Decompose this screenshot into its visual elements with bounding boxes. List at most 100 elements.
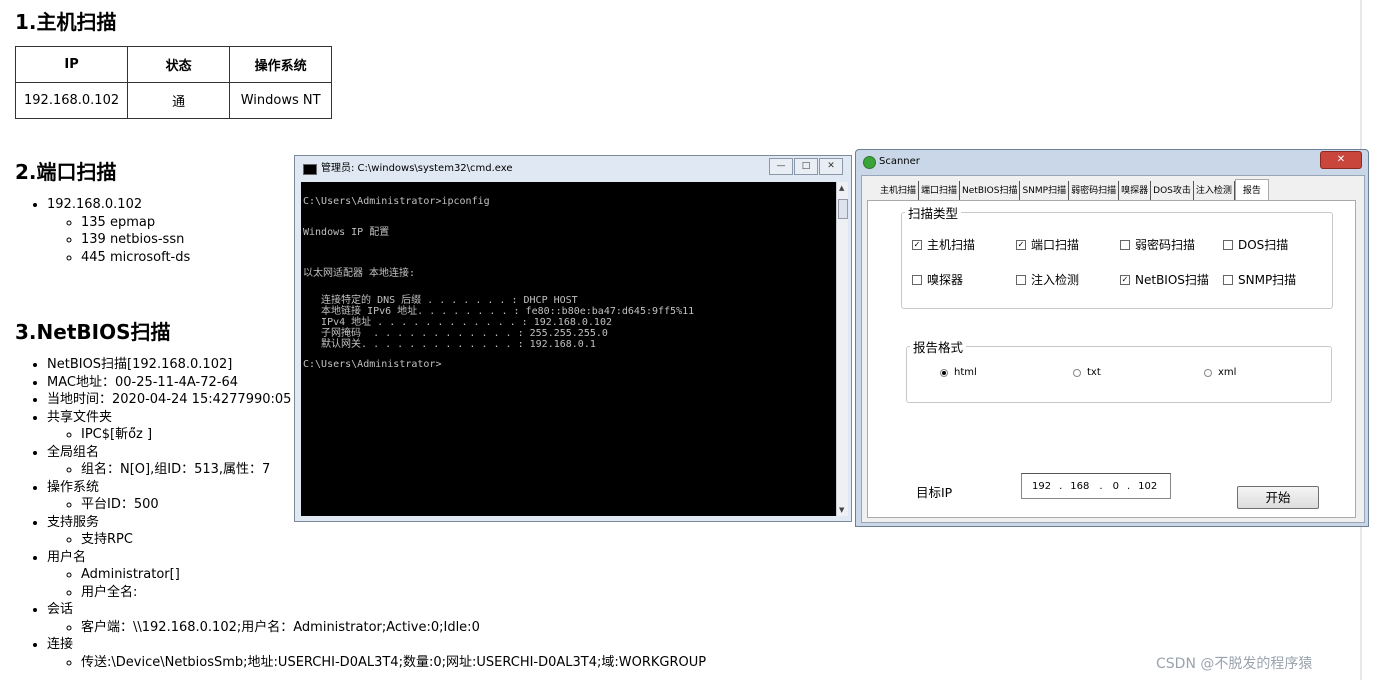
list-item: 客户端：\\192.168.0.102;用户名：Administrator;Ac…	[81, 619, 706, 637]
checkbox-0[interactable]: ✓ 主机扫描	[912, 236, 975, 253]
table-row: 192.168.0.102 通 Windows NT	[14, 82, 333, 119]
list-item: 192.168.0.102 135 epmap 139 netbios-ssn …	[47, 196, 190, 266]
checkbox-label: SNMP扫描	[1238, 273, 1297, 287]
scanner-titlebar[interactable]: Scanner ✕	[856, 150, 1368, 174]
ip-octet-1[interactable]: 192	[1032, 481, 1051, 492]
tab-6[interactable]: DOS攻击	[1151, 181, 1194, 201]
close-button[interactable]: ✕	[1320, 151, 1362, 169]
target-ip-label: 目标IP	[916, 485, 953, 500]
checkbox-label: NetBIOS扫描	[1135, 273, 1209, 287]
ip-octet-4[interactable]: 102	[1138, 481, 1157, 492]
tab-3[interactable]: SNMP扫描	[1020, 181, 1070, 201]
scroll-down-icon[interactable]: ▼	[839, 506, 844, 514]
cmd-window: 管理员: C:\windows\system32\cmd.exe — □ ✕ C…	[294, 155, 852, 522]
radio-label: xml	[1218, 367, 1237, 378]
checkbox-4[interactable]: 嗅探器	[912, 271, 963, 288]
port-scan-list: 192.168.0.102 135 epmap 139 netbios-ssn …	[15, 196, 190, 266]
scan-type-legend: 扫描类型	[908, 206, 959, 221]
netbios-item-label: 连接	[47, 637, 74, 652]
tab-0[interactable]: 主机扫描	[878, 181, 920, 201]
format-radio-2[interactable]: xml	[1204, 367, 1236, 378]
console-output[interactable]: C:\Users\Administrator>ipconfig Windows I…	[301, 182, 836, 516]
target-ip-input[interactable]: 192 . 168 . 0 . 102	[1021, 473, 1171, 499]
tab-4[interactable]: 弱密码扫描	[1069, 181, 1120, 201]
tab-8[interactable]: 报告	[1234, 179, 1269, 201]
checkbox-label: 嗅探器	[927, 273, 964, 287]
console-line: C:\Users\Administrator>ipconfig	[303, 196, 490, 207]
radio-icon[interactable]	[1073, 368, 1081, 377]
section-title-host-scan: 1.主机扫描	[15, 10, 117, 34]
console-line: 默认网关. . . . . . . . . . . . . : 192.168.…	[303, 338, 596, 350]
format-radio-1[interactable]: txt	[1073, 367, 1101, 378]
list-item: 135 epmap	[81, 214, 190, 232]
tab-5[interactable]: 嗅探器	[1119, 181, 1152, 201]
console-line: C:\Users\Administrator>	[303, 359, 442, 370]
tab-7[interactable]: 注入检测	[1194, 181, 1235, 201]
maximize-button[interactable]: □	[794, 158, 818, 175]
checkbox-label: DOS扫描	[1238, 238, 1289, 252]
host-scan-table: IP 状态 操作系统 192.168.0.102 通 Windows NT	[14, 46, 333, 119]
scroll-thumb[interactable]	[838, 199, 848, 219]
radio-icon[interactable]	[940, 368, 948, 377]
checkbox-1[interactable]: ✓ 端口扫描	[1016, 236, 1079, 253]
netbios-item-label: 操作系统	[47, 479, 100, 495]
port-host-ip: 192.168.0.102	[47, 197, 143, 212]
checkbox-5[interactable]: 注入检测	[1016, 271, 1079, 288]
format-radio-0[interactable]: html	[940, 367, 977, 378]
empty-box-icon[interactable]	[1223, 274, 1233, 285]
checkbox-label: 端口扫描	[1031, 238, 1080, 252]
checkbox-7[interactable]: SNMP扫描	[1223, 271, 1296, 288]
ip-octet-3[interactable]: 0	[1113, 481, 1119, 492]
checkbox-2[interactable]: 弱密码扫描	[1120, 236, 1195, 253]
netbios-item-label: 用户名	[47, 549, 87, 565]
radio-icon[interactable]	[1204, 368, 1212, 377]
list-item: 139 netbios-ssn	[81, 231, 190, 249]
report-tab-panel: 扫描类型 ✓ 主机扫描 ✓ 端口扫描 弱密码扫描 DOS扫描嗅探器 注入检测 ✓ NetBIOS…	[867, 200, 1356, 518]
console-scrollbar[interactable]: ▲ ▼	[836, 182, 848, 516]
tab-1[interactable]: 端口扫描	[919, 181, 961, 201]
checkbox-label: 注入检测	[1031, 273, 1080, 287]
radio-label: txt	[1087, 367, 1101, 378]
section-title-netbios-scan: 3.NetBIOS扫描	[15, 320, 171, 344]
host-table-header-status: 状态	[127, 46, 231, 83]
host-os-cell: Windows NT	[229, 82, 333, 119]
checkbox-6[interactable]: ✓ NetBIOS扫描	[1120, 271, 1209, 288]
empty-box-icon[interactable]	[912, 274, 922, 285]
list-item: 会话客户端：\\192.168.0.102;用户名：Administrator;…	[47, 601, 706, 636]
scroll-up-icon[interactable]: ▲	[839, 184, 844, 192]
cmd-title: 管理员: C:\windows\system32\cmd.exe	[321, 163, 513, 174]
netbios-item-label: 当地时间：2020-04-24 15:4277990:05	[47, 392, 292, 407]
console-line: 以太网适配器 本地连接:	[303, 267, 416, 279]
empty-box-icon[interactable]	[1016, 274, 1026, 285]
list-item: 支持RPC	[81, 531, 706, 549]
tab-2[interactable]: NetBIOS扫描	[960, 181, 1021, 201]
app-icon	[863, 156, 876, 169]
tab-strip: 主机扫描 端口扫描 NetBIOS扫描 SNMP扫描 弱密码扫描 嗅探器 DOS攻击 注入检测…	[878, 179, 1269, 201]
check-icon[interactable]: ✓	[912, 239, 922, 250]
csdn-watermark: CSDN @不脱发的程序猿	[1156, 656, 1313, 672]
netbios-item-label: MAC地址：00-25-11-4A-72-64	[47, 374, 239, 390]
netbios-item-label: 支持服务	[47, 514, 100, 530]
scanner-client: 主机扫描 端口扫描 NetBIOS扫描 SNMP扫描 弱密码扫描 嗅探器 DOS攻击 注入检测…	[861, 175, 1365, 523]
host-status-cell: 通	[127, 82, 231, 119]
cmd-titlebar[interactable]: 管理员: C:\windows\system32\cmd.exe — □ ✕	[295, 156, 851, 181]
section-title-port-scan: 2.端口扫描	[15, 160, 117, 184]
check-icon[interactable]: ✓	[1120, 274, 1130, 285]
checkbox-3[interactable]: DOS扫描	[1223, 236, 1288, 253]
checkbox-label: 弱密码扫描	[1135, 238, 1196, 252]
minimize-button[interactable]: —	[769, 158, 793, 175]
radio-label: html	[954, 367, 977, 378]
close-button[interactable]: ✕	[819, 158, 843, 175]
ip-octet-2[interactable]: 168	[1070, 481, 1089, 492]
scanner-window: Scanner ✕ 主机扫描 端口扫描 NetBIOS扫描 SNMP扫描 弱密码扫描 嗅探…	[855, 149, 1369, 527]
report-format-legend: 报告格式	[913, 340, 964, 355]
scan-type-group: 扫描类型	[901, 203, 1333, 309]
checkbox-label: 主机扫描	[927, 238, 976, 252]
start-button[interactable]: 开始	[1237, 486, 1319, 509]
netbios-item-label: 共享文件夹	[47, 409, 113, 425]
list-item: 传送:\Device\NetbiosSmb;地址:USERCHI-D0AL3T4…	[81, 654, 706, 672]
check-icon[interactable]: ✓	[1016, 239, 1026, 250]
empty-box-icon[interactable]	[1223, 239, 1233, 250]
empty-box-icon[interactable]	[1120, 239, 1130, 250]
list-item: 用户全名:	[81, 584, 706, 602]
